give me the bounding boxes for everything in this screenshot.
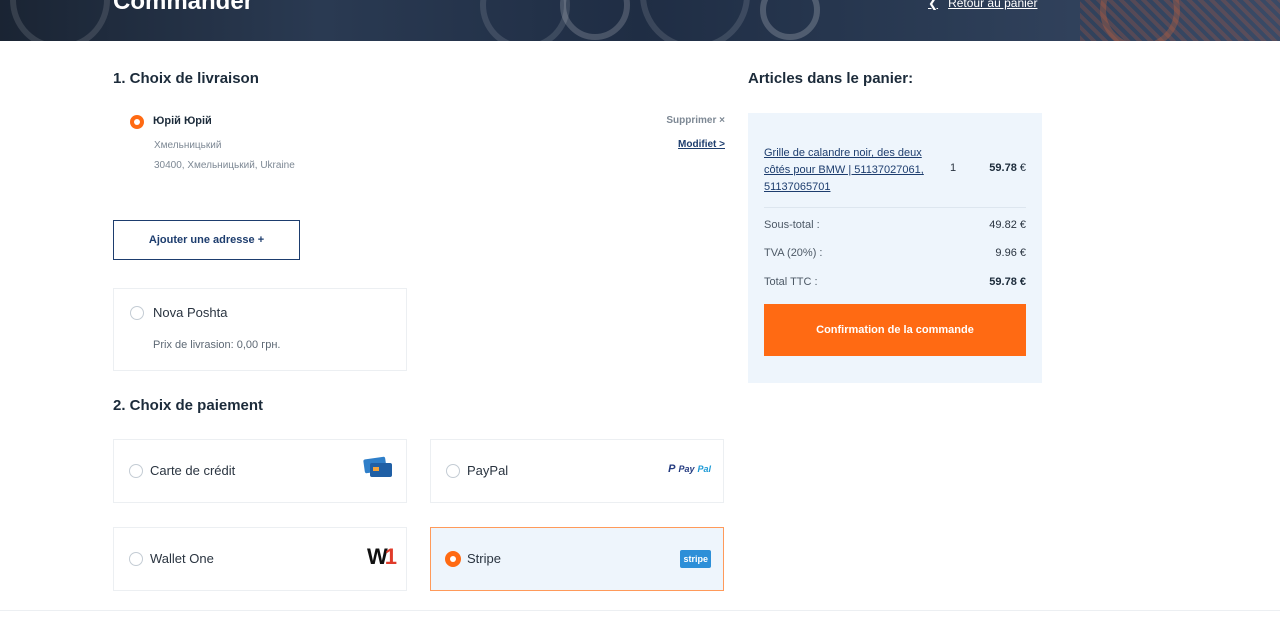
- payment-radio[interactable]: [129, 464, 143, 478]
- payment-option-paypal[interactable]: PayPal P Pay Pal: [430, 439, 724, 503]
- wallet-one-logo: W1: [366, 544, 397, 569]
- delete-address-button[interactable]: Supprimer ×: [666, 115, 725, 126]
- shipping-option-nova-poshta[interactable]: Nova Poshta Prix de livrasion: 0,00 грн.: [113, 288, 407, 371]
- back-to-cart-link[interactable]: ❮ Retour au panier: [928, 0, 1037, 10]
- delivery-section-title: 1. Choix de livraison: [113, 70, 259, 87]
- footer-divider: [0, 610, 1280, 611]
- payment-option-stripe[interactable]: Stripe stripe: [430, 527, 724, 591]
- add-address-button[interactable]: Ajouter une adresse +: [113, 220, 300, 260]
- total-row: Total TTC : 59.78 €: [764, 276, 1026, 288]
- credit-card-icon: [363, 456, 394, 478]
- vat-value: 9.96 €: [995, 247, 1026, 259]
- page-title: Commander: [113, 0, 254, 15]
- vat-label: TVA (20%) :: [764, 247, 823, 259]
- cart-item-price: 59.78 €: [989, 162, 1026, 174]
- banner-decoration: [640, 0, 750, 41]
- subtotal-row: Sous-total : 49.82 €: [764, 219, 1026, 231]
- payment-radio[interactable]: [446, 464, 460, 478]
- cart-divider: [764, 207, 1026, 208]
- shipping-name: Nova Poshta: [153, 305, 228, 320]
- shipping-radio[interactable]: [130, 306, 144, 320]
- total-label: Total TTC :: [764, 276, 818, 288]
- address-radio[interactable]: [130, 115, 144, 129]
- subtotal-value: 49.82 €: [989, 219, 1026, 231]
- payment-section-title: 2. Choix de paiement: [113, 397, 264, 414]
- stripe-logo: stripe: [680, 550, 711, 568]
- cart-title: Articles dans le panier:: [748, 70, 914, 87]
- vat-row: TVA (20%) : 9.96 €: [764, 247, 1026, 259]
- paypal-logo: P Pay Pal: [668, 463, 711, 475]
- cart-summary: Grille de calandre noir, des deux côtés …: [748, 113, 1042, 383]
- banner-decoration: [480, 0, 570, 41]
- address-option[interactable]: Юрій Юрій Хмельницький 30400, Хмельницьк…: [130, 113, 725, 183]
- chevron-left-icon: ❮: [928, 0, 939, 10]
- address-name: Юрій Юрій: [153, 115, 212, 127]
- banner-decoration: [560, 0, 630, 40]
- banner-decoration: [760, 0, 820, 40]
- back-to-cart-label: Retour au panier: [948, 0, 1038, 10]
- cart-item-quantity: 1: [950, 162, 957, 174]
- total-value: 59.78 €: [989, 276, 1026, 288]
- shipping-price: Prix de livrasion: 0,00 грн.: [153, 339, 281, 351]
- banner-decoration: [1100, 0, 1180, 41]
- edit-address-link[interactable]: Modifiet >: [678, 139, 725, 150]
- header-banner: Commander ❮ Retour au panier: [0, 0, 1280, 41]
- cart-item-link[interactable]: Grille de calandre noir, des deux côtés …: [764, 145, 924, 196]
- confirm-order-button[interactable]: Confirmation de la commande: [764, 304, 1026, 356]
- banner-decoration: [10, 0, 110, 41]
- subtotal-label: Sous-total :: [764, 219, 820, 231]
- address-city: Хмельницький: [154, 140, 222, 151]
- address-zip-line: 30400, Хмельницький, Ukraine: [154, 160, 295, 171]
- payment-label: Wallet One: [150, 551, 214, 566]
- payment-radio[interactable]: [129, 552, 143, 566]
- payment-label: Carte de crédit: [150, 463, 236, 478]
- payment-option-credit-card[interactable]: Carte de crédit: [113, 439, 407, 503]
- payment-label: PayPal: [467, 463, 509, 478]
- payment-label: Stripe: [467, 551, 501, 566]
- payment-option-wallet-one[interactable]: Wallet One W1: [113, 527, 407, 591]
- payment-radio[interactable]: [445, 551, 461, 567]
